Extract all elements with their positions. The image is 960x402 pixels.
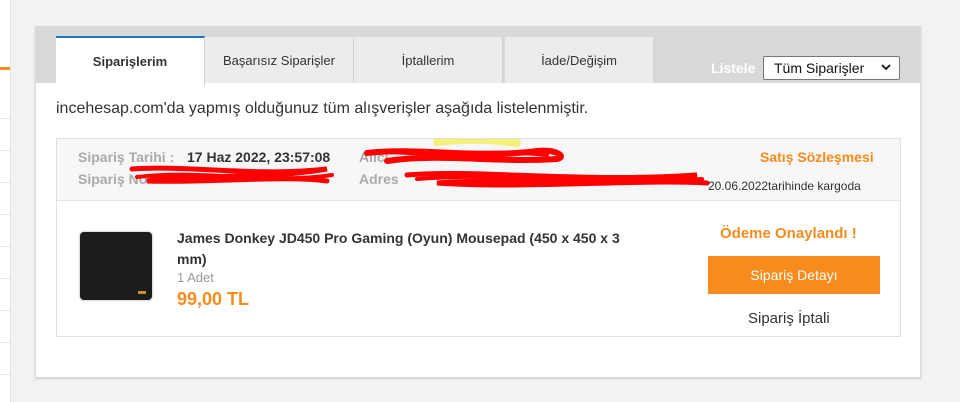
order-filter-value: Tüm Siparişler (774, 60, 865, 76)
order-number-label: Sipariş No (78, 171, 148, 187)
address-label: Adres (359, 171, 399, 187)
product-image[interactable] (80, 232, 152, 300)
cancel-order-link[interactable]: Sipariş İptali (748, 310, 830, 327)
tab-cancellations[interactable]: İptallerim (354, 37, 503, 83)
order-card: Sipariş Tarihi : 17 Haz 2022, 23:57:08 S… (56, 138, 901, 337)
sidebar-divider (0, 374, 10, 375)
sidebar-divider (0, 246, 10, 247)
sales-contract-link[interactable]: Satış Sözleşmesi (760, 149, 874, 165)
tab-returns[interactable]: İade/Değişim (505, 37, 654, 83)
tab-orders[interactable]: Siparişlerim (56, 36, 205, 85)
sidebar-divider (0, 214, 10, 215)
orders-intro-text: incehesap.com'da yapmış olduğunuz tüm al… (56, 100, 589, 117)
buyer-label: Alıcı (359, 149, 389, 165)
left-sidebar (0, 0, 11, 402)
product-price: 99,00 TL (177, 289, 250, 309)
sidebar-divider (0, 310, 10, 311)
order-status: Ödeme Onaylandı ! (720, 225, 857, 242)
sidebar-divider (0, 118, 10, 119)
orders-tab-bar: Siparişlerim Başarısız Siparişler İptall… (36, 27, 920, 85)
order-detail-button[interactable]: Sipariş Detayı (708, 256, 880, 294)
tab-failed-orders[interactable]: Başarısız Siparişler (205, 37, 354, 83)
order-filter-select[interactable]: Tüm Siparişler (763, 56, 900, 80)
orders-panel: Siparişlerim Başarısız Siparişler İptall… (35, 26, 921, 378)
shipping-note: 20.06.2022tarihinde kargoda (708, 179, 861, 193)
sidebar-divider (0, 150, 10, 151)
product-name-link[interactable]: James Donkey JD450 Pro Gaming (Oyun) Mou… (177, 228, 637, 270)
chevron-down-icon (881, 64, 891, 71)
sidebar-divider (0, 182, 10, 183)
order-date-label: Sipariş Tarihi : (78, 149, 175, 165)
order-header: Sipariş Tarihi : 17 Haz 2022, 23:57:08 S… (57, 139, 900, 201)
order-date-value: 17 Haz 2022, 23:57:08 (187, 149, 331, 165)
product-logo (138, 291, 146, 294)
filter-label: Listele (711, 60, 756, 76)
sidebar-divider (0, 278, 10, 279)
sidebar-active-indicator (0, 67, 10, 70)
product-quantity: 1 Adet (177, 270, 214, 285)
sidebar-divider (0, 342, 10, 343)
